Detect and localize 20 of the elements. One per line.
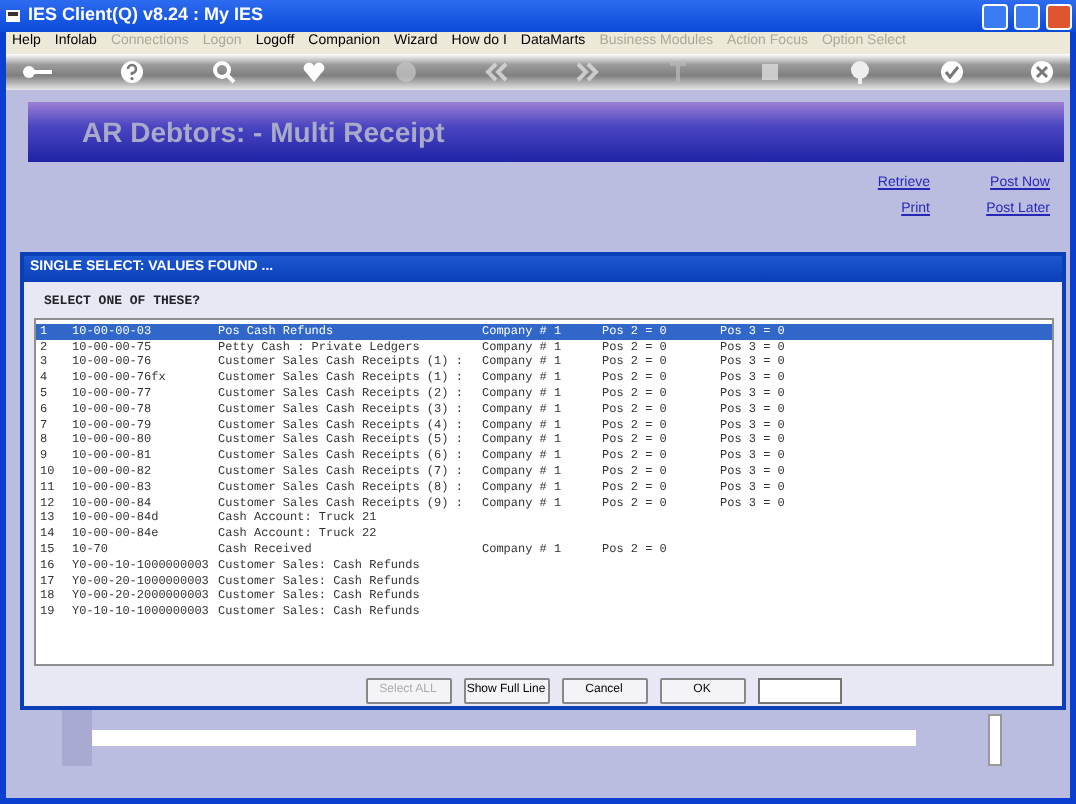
minimize-button[interactable] xyxy=(982,3,1008,29)
text-icon[interactable] xyxy=(666,60,691,84)
search-icon[interactable] xyxy=(211,60,236,84)
key-icon[interactable] xyxy=(22,60,54,84)
panel-block xyxy=(62,710,92,766)
forward-icon[interactable] xyxy=(575,60,600,84)
help-icon[interactable] xyxy=(120,60,145,84)
close-button[interactable] xyxy=(1046,3,1072,29)
app-icon xyxy=(4,6,22,25)
input-field[interactable] xyxy=(757,677,841,704)
maximize-button[interactable] xyxy=(1014,3,1040,29)
page-title: AR Debtors: - Multi Receipt xyxy=(82,113,445,152)
rewind-icon[interactable] xyxy=(484,60,509,84)
tree-icon[interactable] xyxy=(848,60,873,84)
check-icon[interactable] xyxy=(939,60,964,84)
close-icon[interactable] xyxy=(1029,60,1054,84)
window-title: IES Client(Q) v8.24 : My IES xyxy=(28,2,264,29)
heart-icon[interactable] xyxy=(302,60,327,84)
square-icon[interactable] xyxy=(757,60,782,84)
scrollbar[interactable] xyxy=(988,714,1002,766)
